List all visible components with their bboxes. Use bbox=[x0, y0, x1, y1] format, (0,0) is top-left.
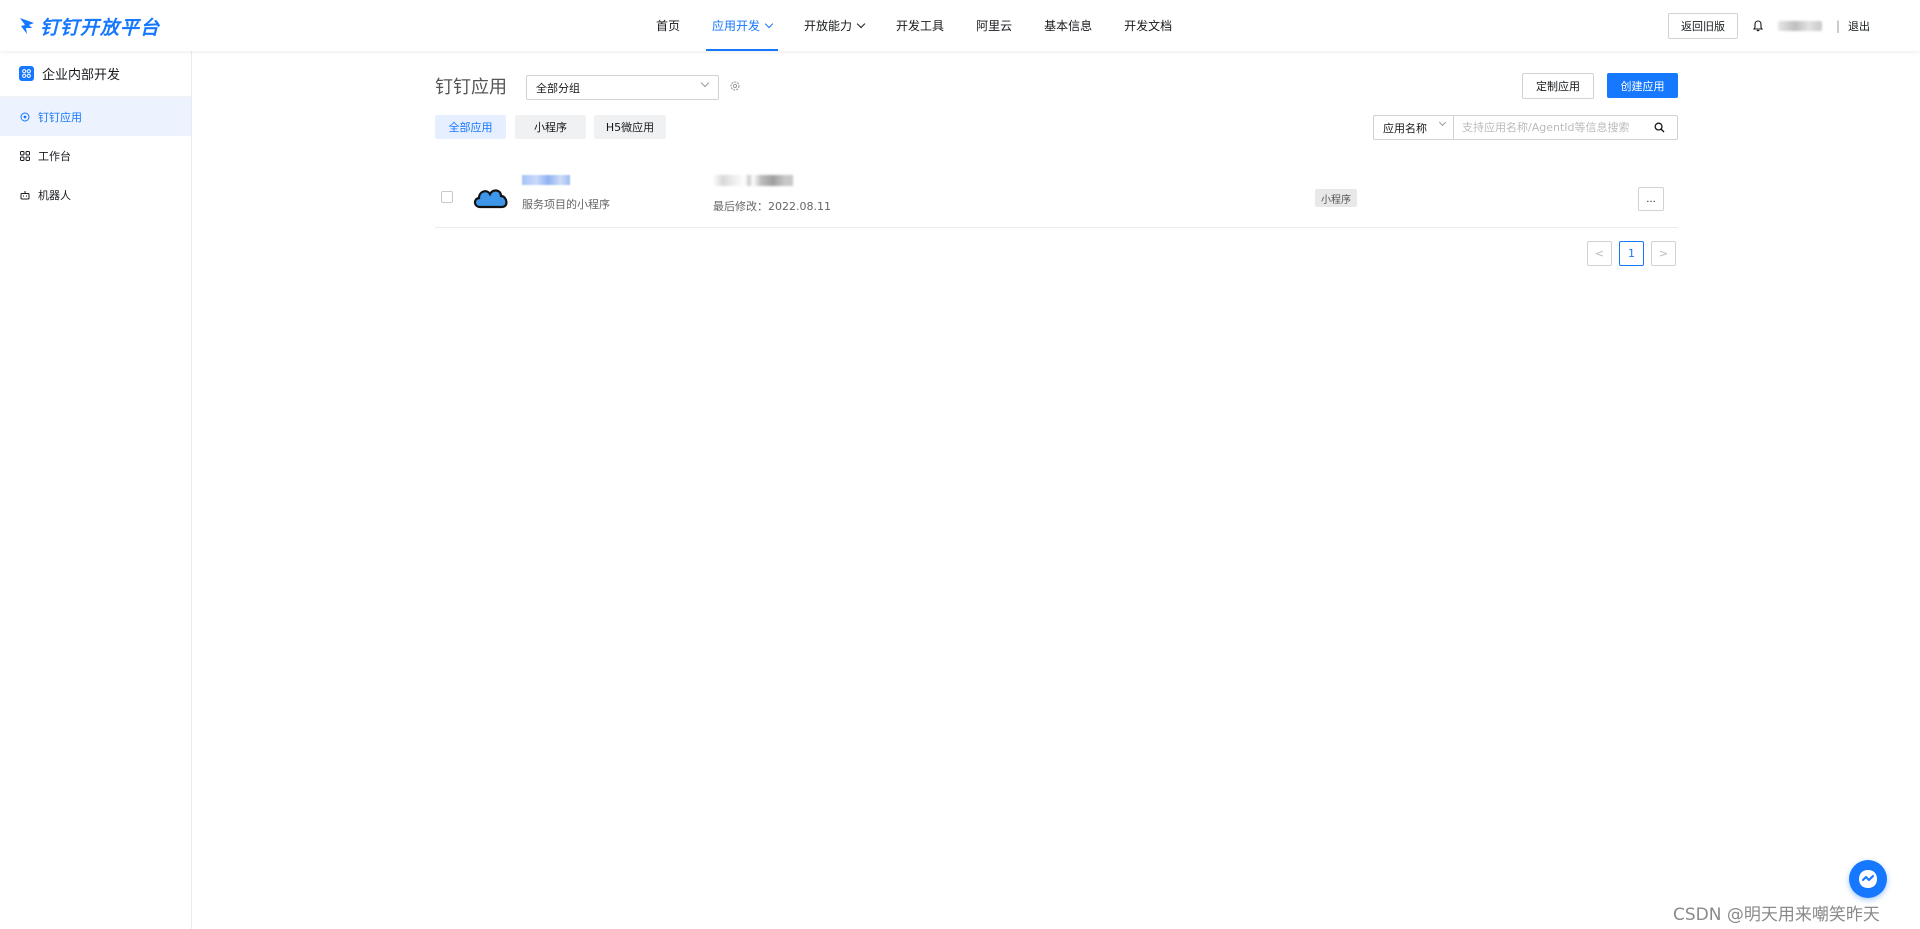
search-type-select[interactable]: 应用名称 bbox=[1373, 115, 1453, 140]
bell-icon[interactable] bbox=[1752, 20, 1764, 32]
title-row: 钉钉应用 全部分组 定制应用 创建应用 bbox=[435, 71, 1678, 101]
sidebar-item-dingtalk-apps[interactable]: 钉钉应用 bbox=[0, 97, 191, 136]
nav-label: 首页 bbox=[656, 19, 681, 33]
sidebar-item-label: 工作台 bbox=[38, 149, 71, 163]
dingtalk-logo-icon bbox=[20, 18, 34, 34]
sidebar-title: 企业内部开发 bbox=[0, 51, 191, 97]
search-icon[interactable] bbox=[1654, 122, 1665, 133]
table-row[interactable]: 服务项目的小程序 最后修改：2022.08.11 小程序 ... bbox=[435, 170, 1678, 228]
circle-dot-icon bbox=[20, 112, 30, 121]
return-old-version-button[interactable]: 返回旧版 bbox=[1667, 13, 1738, 39]
search-type-value: 应用名称 bbox=[1383, 121, 1427, 135]
assistant-float-button[interactable] bbox=[1849, 860, 1887, 898]
grid-icon bbox=[20, 150, 30, 161]
page-button-current[interactable]: 1 bbox=[1619, 241, 1644, 266]
app-owner-blurred bbox=[713, 175, 793, 186]
sidebar-title-label: 企业内部开发 bbox=[42, 68, 121, 83]
group-select-value: 全部分组 bbox=[536, 81, 580, 95]
chevron-down-icon bbox=[764, 19, 774, 28]
nav-aliyun[interactable]: 阿里云 bbox=[960, 0, 1028, 51]
nav-label: 应用开发 bbox=[712, 19, 761, 33]
sidebar-item-workbench[interactable]: 工作台 bbox=[0, 136, 191, 175]
logo-text: 钉钉开放平台 bbox=[40, 16, 161, 39]
gear-icon[interactable] bbox=[729, 80, 741, 92]
assistant-icon bbox=[1859, 870, 1877, 888]
group-select[interactable]: 全部分组 bbox=[526, 75, 719, 100]
main-nav: 首页 应用开发 开放能力 开发工具 阿里云 基本信息 开发文档 bbox=[640, 0, 1188, 51]
nav-dev-docs[interactable]: 开发文档 bbox=[1108, 0, 1188, 51]
sidebar-item-label: 钉钉应用 bbox=[38, 110, 82, 124]
more-actions-button[interactable]: ... bbox=[1638, 187, 1664, 211]
nav-open-capabilities[interactable]: 开放能力 bbox=[788, 0, 880, 51]
custom-app-button[interactable]: 定制应用 bbox=[1522, 73, 1594, 99]
prev-page-button[interactable]: < bbox=[1587, 241, 1612, 266]
search-input[interactable] bbox=[1453, 115, 1678, 140]
logo[interactable]: 钉钉开放平台 bbox=[18, 14, 161, 39]
pagination: < 1 > bbox=[1587, 241, 1676, 266]
header-right: 返回旧版 | 退出 bbox=[1667, 13, 1870, 39]
nav-label: 基本信息 bbox=[1044, 19, 1093, 33]
sidebar-item-robot[interactable]: 机器人 bbox=[0, 175, 191, 214]
user-name-blurred[interactable] bbox=[1777, 21, 1822, 31]
row-checkbox[interactable] bbox=[441, 191, 453, 203]
chevron-down-icon bbox=[856, 19, 866, 28]
nav-label: 开发工具 bbox=[896, 19, 945, 33]
create-app-button[interactable]: 创建应用 bbox=[1607, 73, 1678, 98]
header-separator: | bbox=[1835, 19, 1840, 33]
nav-app-dev[interactable]: 应用开发 bbox=[696, 0, 788, 51]
tab-mini-programs[interactable]: 小程序 bbox=[515, 115, 586, 139]
nav-label: 开发文档 bbox=[1124, 19, 1173, 33]
cloud-icon bbox=[473, 189, 508, 209]
tab-all-apps[interactable]: 全部应用 bbox=[435, 115, 506, 139]
enterprise-dev-icon bbox=[19, 66, 34, 81]
nav-home[interactable]: 首页 bbox=[640, 0, 696, 51]
robot-icon bbox=[20, 190, 30, 199]
sidebar-item-label: 机器人 bbox=[38, 188, 71, 202]
chevron-down-icon bbox=[1438, 118, 1447, 127]
nav-label: 阿里云 bbox=[976, 19, 1013, 33]
logout-link[interactable]: 退出 bbox=[1848, 18, 1870, 34]
chevron-down-icon bbox=[700, 78, 710, 88]
app-modified-date: 最后修改：2022.08.11 bbox=[713, 200, 831, 213]
nav-label: 开放能力 bbox=[804, 19, 853, 33]
next-page-button[interactable]: > bbox=[1651, 241, 1676, 266]
app-description: 服务项目的小程序 bbox=[522, 198, 610, 211]
app-type-tag: 小程序 bbox=[1315, 189, 1357, 207]
app-name-blurred[interactable] bbox=[522, 175, 570, 185]
nav-basic-info[interactable]: 基本信息 bbox=[1028, 0, 1108, 51]
nav-dev-tools[interactable]: 开发工具 bbox=[880, 0, 960, 51]
filter-row: 全部应用 小程序 H5微应用 应用名称 bbox=[435, 115, 1678, 140]
tab-h5-apps[interactable]: H5微应用 bbox=[594, 115, 666, 139]
watermark: CSDN @明天用来嘲笑昨天 bbox=[1673, 905, 1880, 925]
sidebar: 企业内部开发 钉钉应用 工作台 机器人 bbox=[0, 51, 192, 929]
top-header: 钉钉开放平台 首页 应用开发 开放能力 开发工具 阿里云 基本信息 开发文档 返… bbox=[0, 0, 1920, 51]
page-title: 钉钉应用 bbox=[435, 77, 507, 98]
